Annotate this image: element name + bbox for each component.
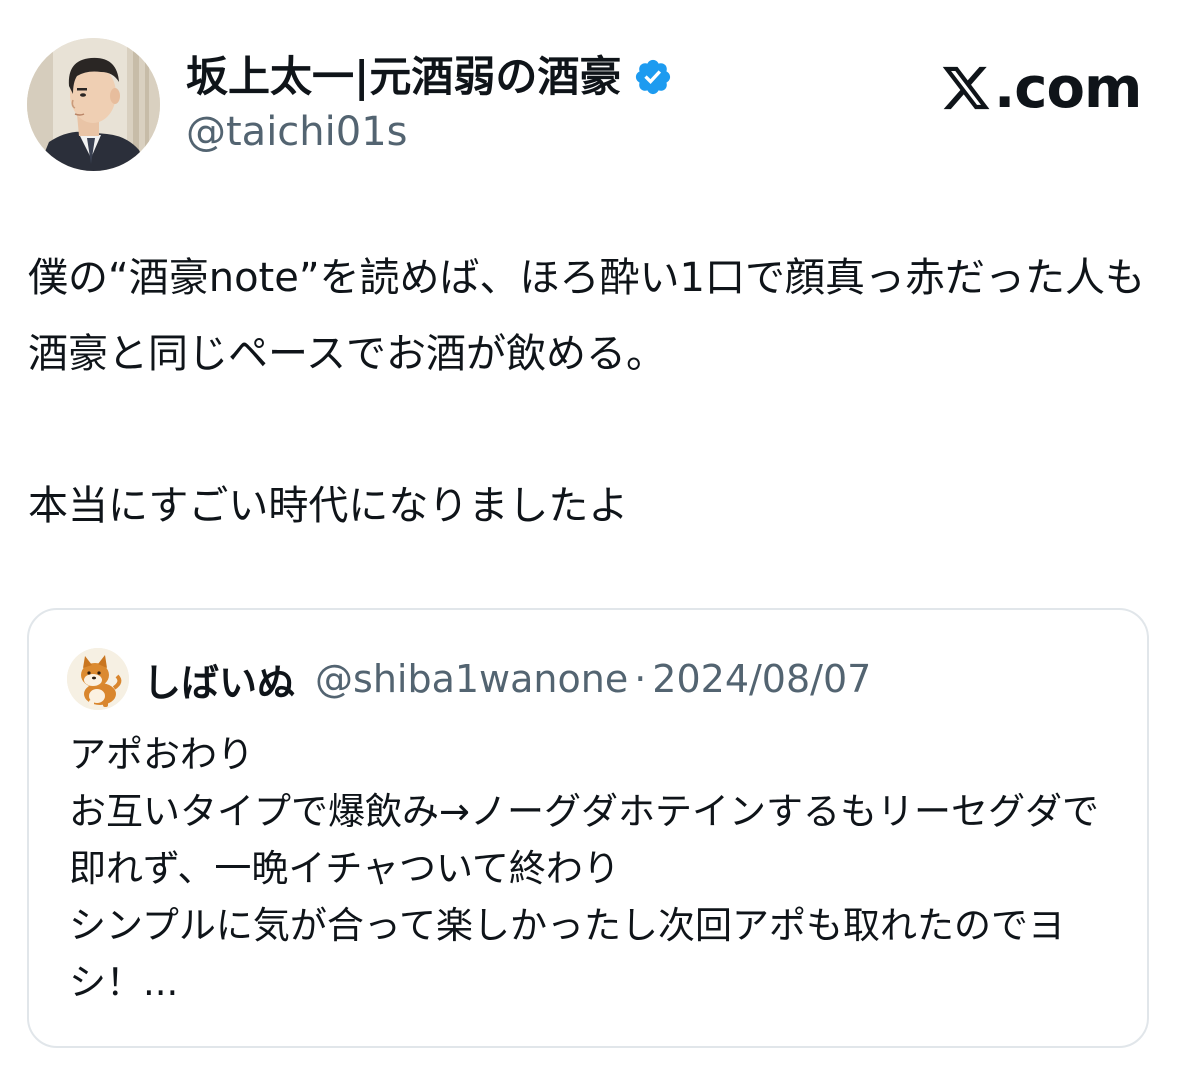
x-logo-icon (942, 66, 990, 110)
quoted-tweet-text: アポおわり お互いタイプで爆飲み→ノーグダホテインするもリーセグダで即れず、一晩… (69, 733, 1100, 1004)
header-separator: · (634, 657, 647, 701)
quoted-tweet-card[interactable]: しばいぬ @shiba1wanone · 2024/08/07 アポおわり お互… (27, 608, 1149, 1048)
shiba-dog-avatar-icon (67, 648, 129, 710)
quoted-author-name[interactable]: しばいぬ (143, 652, 295, 707)
brand-suffix: .com (994, 55, 1142, 121)
x-com-brand: .com (940, 55, 1142, 121)
author-avatar[interactable] (27, 38, 160, 171)
quoted-tweet-header: しばいぬ @shiba1wanone · 2024/08/07 (143, 652, 871, 707)
tweet-text: 僕の“酒豪note”を読めば、ほろ酔い1口で顔真っ赤だった人も酒豪と同じペースで… (28, 255, 1146, 529)
author-display-name[interactable]: 坂上太一|元酒弱の酒豪 (186, 52, 621, 102)
quoted-author-avatar[interactable] (67, 648, 129, 710)
verified-badge-icon (636, 59, 671, 95)
quoted-tweet-date[interactable]: 2024/08/07 (652, 657, 871, 701)
man-in-suit-avatar-icon (27, 38, 160, 171)
author-handle[interactable]: @taichi01s (186, 108, 408, 156)
quoted-author-handle[interactable]: @shiba1wanone (315, 657, 628, 701)
author-display-name-row: 坂上太一|元酒弱の酒豪 (186, 52, 673, 102)
